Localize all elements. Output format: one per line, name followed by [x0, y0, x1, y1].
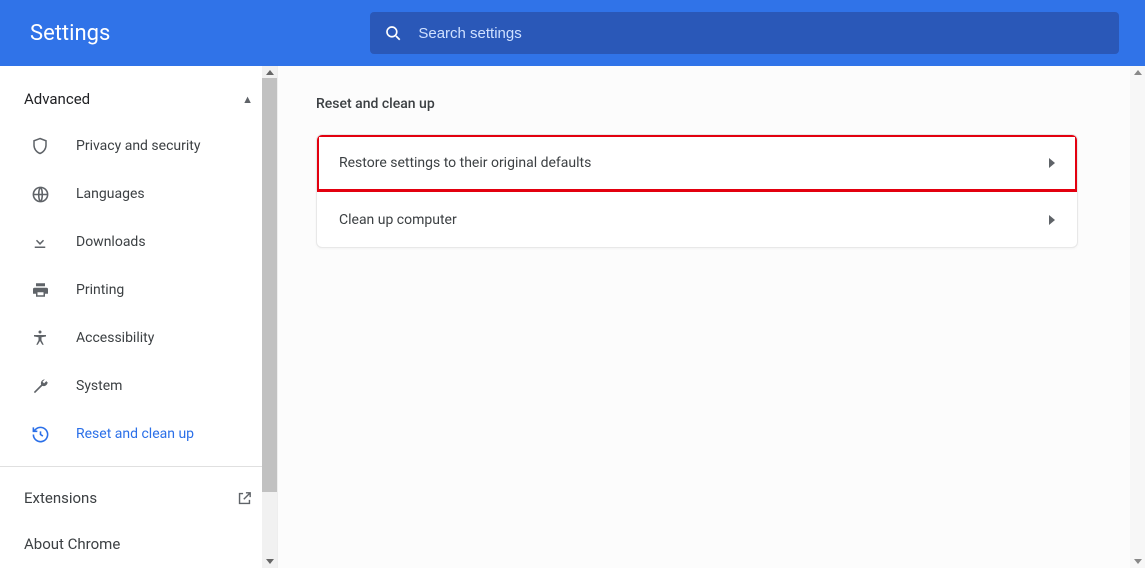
sidebar-item-label: Reset and clean up [76, 426, 194, 442]
main-scrollbar[interactable] [1130, 66, 1145, 568]
scroll-thumb[interactable] [262, 78, 277, 492]
chevron-right-icon [1049, 158, 1055, 168]
printer-icon [30, 281, 50, 299]
sidebar-item-system[interactable]: System [0, 362, 277, 410]
sidebar-item-label: Downloads [76, 234, 146, 250]
sidebar-item-label: Printing [76, 282, 124, 298]
row-restore-defaults[interactable]: Restore settings to their original defau… [317, 135, 1077, 191]
search-icon [384, 24, 402, 42]
sidebar-item-label: Languages [76, 186, 145, 202]
sidebar-item-privacy[interactable]: Privacy and security [0, 122, 277, 170]
sidebar-item-accessibility[interactable]: Accessibility [0, 314, 277, 362]
sidebar-section-advanced[interactable]: Advanced ▲ [0, 76, 277, 122]
scroll-up-icon [1134, 70, 1142, 75]
download-icon [30, 233, 50, 251]
sidebar-link-label: About Chrome [24, 535, 120, 553]
page-title: Settings [30, 21, 110, 46]
main-pane: Reset and clean up Restore settings to t… [278, 66, 1145, 568]
app-header: Settings [0, 0, 1145, 66]
shield-icon [30, 136, 50, 156]
row-cleanup-computer[interactable]: Clean up computer [317, 191, 1077, 247]
sidebar-link-about[interactable]: About Chrome [0, 521, 277, 567]
sidebar-item-printing[interactable]: Printing [0, 266, 277, 314]
restore-icon [30, 425, 50, 444]
sidebar-item-label: System [76, 378, 122, 394]
row-label: Restore settings to their original defau… [339, 155, 591, 171]
scroll-down-icon [266, 559, 274, 564]
search-input[interactable] [418, 25, 1105, 42]
chevron-right-icon [1049, 215, 1055, 225]
sidebar-item-label: Privacy and security [76, 138, 200, 154]
row-label: Clean up computer [339, 212, 457, 228]
sidebar-item-downloads[interactable]: Downloads [0, 218, 277, 266]
sidebar-link-extensions[interactable]: Extensions [0, 475, 277, 521]
sidebar-item-label: Accessibility [76, 330, 154, 346]
divider [0, 466, 277, 467]
sidebar-section-label: Advanced [24, 90, 90, 108]
accessibility-icon [30, 328, 50, 348]
section-title: Reset and clean up [316, 96, 1078, 112]
scroll-up-icon [266, 70, 274, 75]
globe-icon [30, 185, 50, 204]
sidebar-item-reset[interactable]: Reset and clean up [0, 410, 277, 458]
open-in-new-icon [236, 490, 253, 507]
sidebar-scrollbar[interactable] [262, 66, 277, 568]
wrench-icon [30, 377, 50, 396]
sidebar-item-languages[interactable]: Languages [0, 170, 277, 218]
search-container[interactable] [370, 12, 1119, 54]
scroll-down-icon [1134, 559, 1142, 564]
sidebar-link-label: Extensions [24, 489, 97, 507]
sidebar: Advanced ▲ Privacy and security Language… [0, 66, 278, 568]
settings-card: Restore settings to their original defau… [316, 134, 1078, 248]
chevron-up-icon: ▲ [242, 93, 253, 106]
